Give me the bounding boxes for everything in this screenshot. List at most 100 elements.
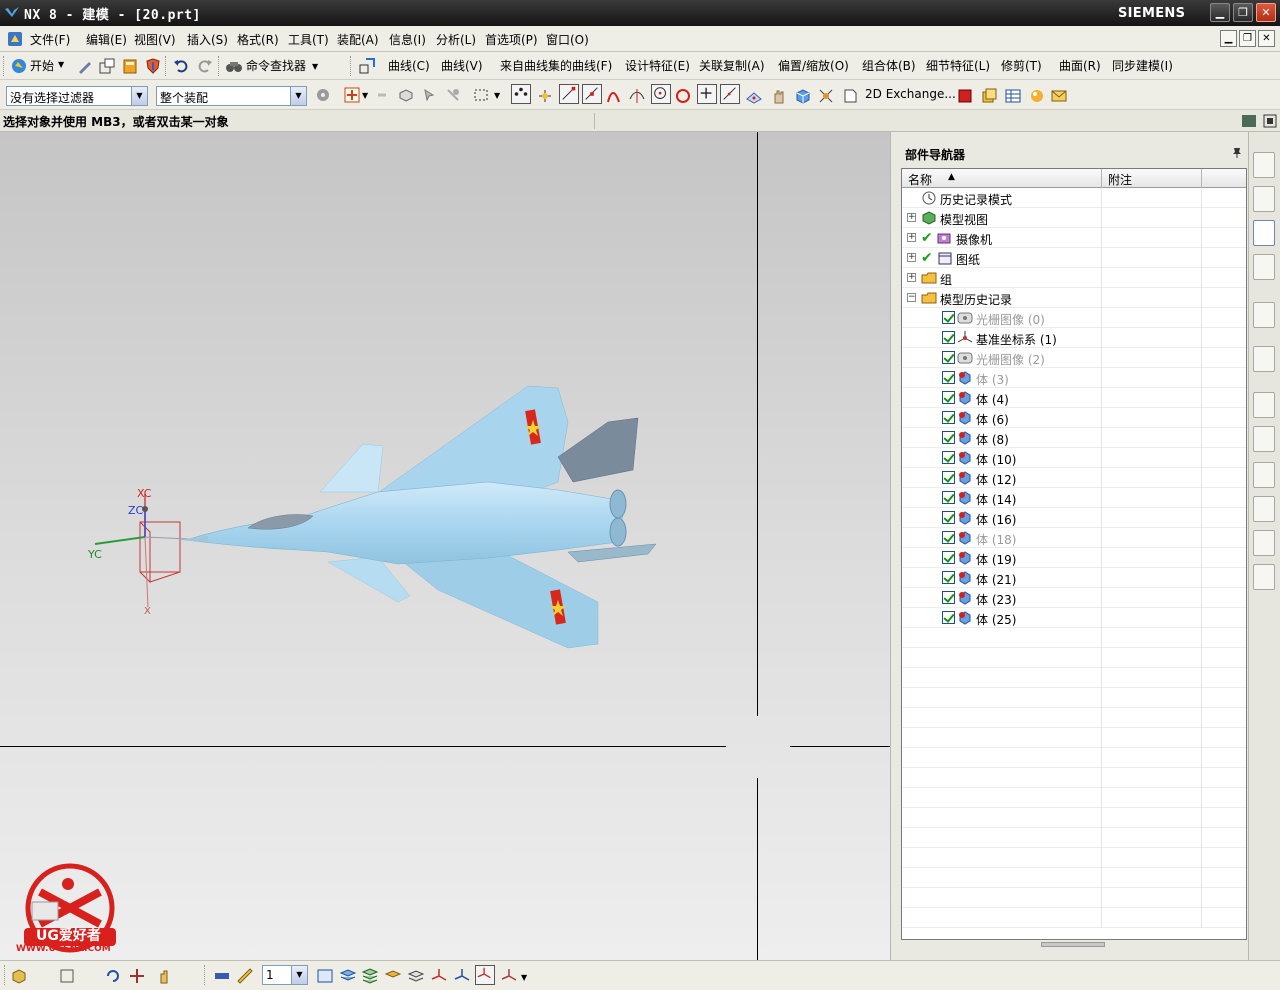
rectangle-select-icon[interactable] xyxy=(472,86,490,104)
snap-point-icon[interactable] xyxy=(511,84,531,104)
ruler-icon[interactable] xyxy=(236,967,254,985)
tree-node-feature[interactable]: 光栅图像 (2) xyxy=(902,348,1246,368)
toolbar-grip[interactable] xyxy=(3,56,6,76)
chevron-down-icon[interactable]: ▼ xyxy=(58,60,64,69)
roles-icon[interactable] xyxy=(1253,530,1275,556)
aircraft-model[interactable] xyxy=(178,382,658,652)
visibility-checkbox[interactable] xyxy=(942,571,955,584)
tree-node-feature[interactable]: 体 (14) xyxy=(902,488,1246,508)
snap-settings-icon[interactable] xyxy=(536,87,554,105)
menu-file[interactable]: 文件(F) xyxy=(30,31,70,48)
tree-node-cameras[interactable]: + ✔ 摄像机 xyxy=(902,228,1246,248)
toolbar-grip[interactable] xyxy=(204,965,207,985)
menu-analysis[interactable]: 分析(L) xyxy=(436,31,476,48)
menu-tools[interactable]: 工具(T) xyxy=(288,31,329,48)
mid-point-icon[interactable] xyxy=(582,84,602,104)
visibility-checkbox[interactable] xyxy=(942,411,955,424)
tree-node-feature[interactable]: 体 (23) xyxy=(902,588,1246,608)
start-button[interactable]: 开始 xyxy=(30,57,54,74)
cube-icon[interactable] xyxy=(794,87,812,105)
visibility-checkbox[interactable] xyxy=(942,431,955,444)
layer-settings-icon[interactable] xyxy=(213,967,231,985)
menu-assemblies[interactable]: 装配(A) xyxy=(337,31,379,48)
menu-information[interactable]: 信息(I) xyxy=(389,31,426,48)
trim-menu-button[interactable]: 修剪(T) xyxy=(1001,57,1042,74)
stop-icon[interactable] xyxy=(956,87,974,105)
expand-toggle-icon[interactable]: + xyxy=(907,233,916,242)
end-point-icon[interactable] xyxy=(559,84,579,104)
chevron-down-icon[interactable]: ▼ xyxy=(494,91,500,100)
associative-copy-menu-button[interactable]: 关联复制(A) xyxy=(699,57,765,74)
reuse-library-icon[interactable] xyxy=(1253,254,1275,280)
visibility-checkbox[interactable] xyxy=(942,591,955,604)
binoculars-icon[interactable] xyxy=(225,57,243,75)
clock-icon[interactable] xyxy=(1253,392,1275,418)
tree-node-model-views[interactable]: + 模型视图 xyxy=(902,208,1246,228)
process-studio-icon[interactable] xyxy=(1253,462,1275,488)
minimize-button[interactable]: ▁ xyxy=(1210,3,1230,22)
tree-node-feature[interactable]: 体 (19) xyxy=(902,548,1246,568)
column-note-header[interactable]: 附注 xyxy=(1108,171,1132,188)
control-point-icon[interactable] xyxy=(605,87,623,105)
close-button[interactable]: ✕ xyxy=(1256,3,1276,22)
expand-toggle-icon[interactable]: + xyxy=(907,273,916,282)
doc-minimize-button[interactable]: ▁ xyxy=(1220,30,1237,47)
visibility-checkbox[interactable] xyxy=(942,331,955,344)
work-layer-dropdown[interactable]: 1 ▼ xyxy=(262,965,308,985)
expand-toggle-icon[interactable]: − xyxy=(907,293,916,302)
part-navigator-icon[interactable] xyxy=(1253,220,1275,246)
menu-insert[interactable]: 插入(S) xyxy=(187,31,228,48)
mail-icon[interactable] xyxy=(1050,87,1068,105)
system-scene-icon[interactable] xyxy=(1253,564,1275,590)
tree-node-feature[interactable]: 体 (8) xyxy=(902,428,1246,448)
derived-curve-menu-button[interactable]: 来自曲线集的曲线(F) xyxy=(500,57,612,74)
visibility-checkbox[interactable] xyxy=(942,311,955,324)
assembly-navigator-icon[interactable] xyxy=(1253,152,1275,178)
edit-object-icon[interactable] xyxy=(76,57,94,75)
shaded-display-icon[interactable] xyxy=(10,967,28,985)
layer-category-icon[interactable] xyxy=(339,967,357,985)
chevron-down-icon[interactable]: ▼ xyxy=(312,62,318,71)
window-toggle-icon[interactable] xyxy=(1261,112,1279,130)
wcs-origin-icon[interactable] xyxy=(453,967,471,985)
point-on-curve-icon[interactable] xyxy=(720,84,740,104)
table-icon[interactable] xyxy=(1004,87,1022,105)
menu-format[interactable]: 格式(R) xyxy=(237,31,279,48)
tree-node-feature[interactable]: 光栅图像 (0) xyxy=(902,308,1246,328)
combine-menu-button[interactable]: 组合体(B) xyxy=(862,57,916,74)
selection-scope-dropdown[interactable]: 整个装配 ▼ xyxy=(156,86,307,106)
filter-settings-icon[interactable] xyxy=(314,86,332,104)
chevron-down-icon[interactable]: ▼ xyxy=(131,87,147,105)
existing-point-icon[interactable] xyxy=(697,84,717,104)
hand-zoom-icon[interactable] xyxy=(156,967,174,985)
pan-icon[interactable] xyxy=(128,967,146,985)
system-materials-icon[interactable] xyxy=(1253,426,1275,452)
fit-icon[interactable] xyxy=(58,967,76,985)
intersection-icon[interactable] xyxy=(628,87,646,105)
visibility-checkbox[interactable] xyxy=(942,391,955,404)
tree-node-groups[interactable]: + 组 xyxy=(902,268,1246,288)
selection-filter-dropdown[interactable]: 没有选择过滤器 ▼ xyxy=(6,86,148,106)
wcs-orient-icon[interactable] xyxy=(430,967,448,985)
curve-edit-menu-button[interactable]: 曲线(V) xyxy=(441,57,483,74)
horizontal-scrollbar[interactable] xyxy=(1041,942,1105,947)
tree-node-feature[interactable]: 体 (6) xyxy=(902,408,1246,428)
copy-layer-icon[interactable] xyxy=(407,967,425,985)
tree-node-feature[interactable]: 体 (4) xyxy=(902,388,1246,408)
toolbar-grip[interactable] xyxy=(4,965,7,985)
redo-icon[interactable] xyxy=(196,57,214,75)
menu-app-icon[interactable] xyxy=(6,30,24,48)
start-icon[interactable] xyxy=(10,57,28,75)
history-palette-icon[interactable] xyxy=(1253,346,1275,372)
tree-node-feature[interactable]: 体 (3) xyxy=(902,368,1246,388)
layer-visible-icon[interactable] xyxy=(316,967,334,985)
curve-menu-button[interactable]: 曲线(C) xyxy=(388,57,430,74)
visibility-checkbox[interactable] xyxy=(942,611,955,624)
move-cursor-icon[interactable] xyxy=(421,86,439,104)
visibility-checkbox[interactable] xyxy=(942,351,955,364)
graphics-window[interactable]: XC ZC YC X Y xyxy=(0,132,890,960)
visibility-checkbox[interactable] xyxy=(942,531,955,544)
sheet-icon[interactable] xyxy=(841,87,859,105)
render-icon[interactable] xyxy=(1028,87,1046,105)
tree-node-feature[interactable]: 体 (18) xyxy=(902,528,1246,548)
